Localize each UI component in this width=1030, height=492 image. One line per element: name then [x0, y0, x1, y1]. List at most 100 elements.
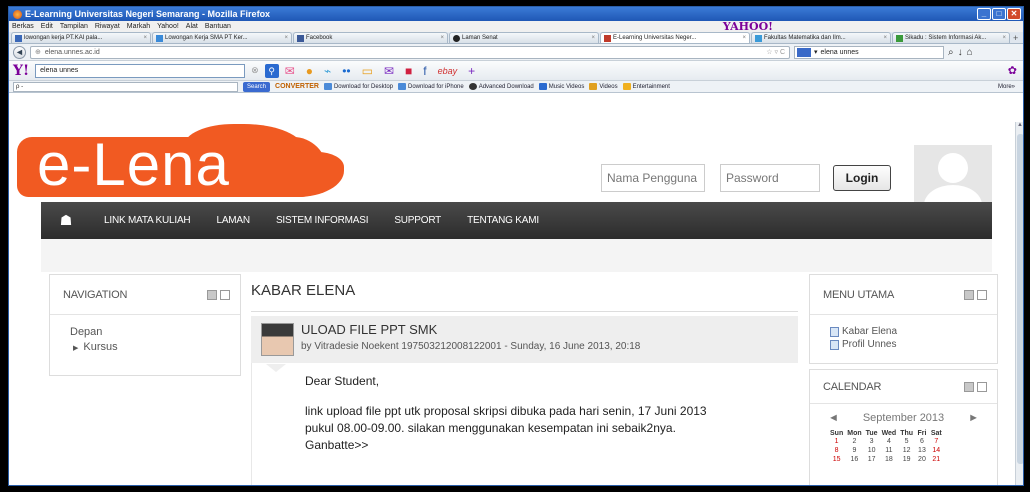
advanced-download-link[interactable]: Advanced Download	[468, 83, 534, 90]
close-tab-icon[interactable]: ×	[880, 35, 887, 41]
home-icon[interactable]: ☗	[41, 212, 91, 229]
yahoo-y-logo[interactable]: Y!	[13, 63, 29, 79]
nav-support[interactable]: SUPPORT	[381, 215, 454, 226]
nav-laman[interactable]: LAMAN	[203, 215, 262, 226]
close-tab-icon[interactable]: ×	[588, 35, 595, 41]
minimize-icon[interactable]: _	[977, 8, 991, 20]
prev-month-icon[interactable]: ◄	[828, 412, 839, 424]
calendar-day[interactable]: 8	[828, 446, 845, 455]
bookmark-star-icon[interactable]: ☆ ▿ C	[766, 48, 785, 56]
site-logo[interactable]: e-Lena	[37, 130, 230, 200]
clear-icon[interactable]: ⊗	[251, 65, 259, 76]
tab-elearning[interactable]: E-Learning Universitas Neger... ×	[600, 32, 750, 43]
menu-tampilan[interactable]: Tampilan	[60, 23, 88, 30]
calendar-day[interactable]: 10	[864, 446, 880, 455]
close-tab-icon[interactable]: ×	[437, 35, 444, 41]
scroll-up-icon[interactable]: ▲	[1017, 122, 1023, 128]
menu-yahoo[interactable]: Yahoo!	[157, 23, 179, 30]
menu-riwayat[interactable]: Riwayat	[95, 23, 120, 30]
login-button[interactable]: Login	[833, 165, 891, 191]
calendar-day[interactable]: 2	[845, 437, 863, 446]
download-icon[interactable]: ↓	[958, 47, 963, 58]
calendar-day[interactable]: 11	[880, 446, 899, 455]
menu-alat[interactable]: Alat	[186, 23, 198, 30]
dock-icon[interactable]	[207, 289, 217, 300]
close-tab-icon[interactable]: ×	[999, 35, 1006, 41]
nav-item-kursus[interactable]: ▶ Kursus	[70, 340, 240, 356]
nav-tentang-kami[interactable]: TENTANG KAMI	[454, 215, 552, 226]
calendar-day[interactable]: 21	[929, 455, 944, 464]
tab-laman-senat[interactable]: Laman Senat ×	[449, 32, 599, 43]
post-title[interactable]: ULOAD FILE PPT SMK	[301, 322, 437, 337]
music-videos-link[interactable]: Music Videos	[538, 83, 584, 90]
nav-item-depan[interactable]: Depan	[70, 325, 240, 340]
facebook-icon[interactable]: f	[423, 64, 426, 78]
close-icon[interactable]: ✕	[1007, 8, 1021, 20]
yahoo-search-button[interactable]: ⚲	[264, 63, 279, 78]
add-icon[interactable]: +	[468, 64, 475, 78]
bookmark-icon[interactable]: ■	[405, 64, 412, 78]
gear-icon[interactable]: ✿	[1008, 64, 1017, 77]
menu-berkas[interactable]: Berkas	[12, 23, 34, 30]
calendar-day[interactable]: 3	[864, 437, 880, 446]
dock-icon[interactable]	[964, 381, 974, 392]
nav-sistem-informasi[interactable]: SISTEM INFORMASI	[263, 215, 381, 226]
download-iphone-link[interactable]: Download for iPhone	[398, 83, 464, 90]
menu-item-profil-unnes[interactable]: Profil Unnes	[830, 338, 997, 351]
ebay-icon[interactable]: ebay	[438, 66, 458, 76]
weather-icon[interactable]: ⌁	[324, 64, 331, 78]
close-tab-icon[interactable]: ×	[739, 35, 746, 41]
entertainment-link[interactable]: Entertainment	[622, 83, 670, 90]
calendar-day[interactable]: 12	[898, 446, 915, 455]
calendar-day[interactable]: 17	[864, 455, 880, 464]
flickr-icon[interactable]: ••	[342, 64, 350, 78]
menu-edit[interactable]: Edit	[41, 23, 53, 30]
calendar-day[interactable]: 16	[845, 455, 863, 464]
url-bar[interactable]: ⊕ elena.unnes.ac.id ☆ ▿ C	[30, 45, 790, 59]
calendar-day[interactable]: 9	[845, 446, 863, 455]
download-desktop-link[interactable]: Download for Desktop	[323, 83, 393, 90]
yahoo-search-input[interactable]: elena unnes	[35, 63, 246, 78]
scrollbar-thumb[interactable]	[1017, 134, 1023, 464]
back-arrow-icon[interactable]: ◄	[13, 45, 26, 59]
nav-link-mata-kuliah[interactable]: LINK MATA KULIAH	[91, 215, 203, 226]
circle-icon[interactable]: ●	[306, 64, 313, 78]
calendar-day[interactable]: 7	[929, 437, 944, 446]
toolbar-search-input[interactable]: ρ -	[13, 81, 238, 92]
videos-link[interactable]: Videos	[589, 83, 618, 90]
collapse-icon[interactable]	[977, 381, 987, 392]
calendar-day[interactable]: 13	[915, 446, 929, 455]
next-month-icon[interactable]: ►	[968, 412, 979, 424]
converter-logo[interactable]: CONVERTER	[275, 83, 319, 90]
close-tab-icon[interactable]: ×	[140, 35, 147, 41]
tab-lowongan-sma[interactable]: Lowongan Kerja SMA PT Ker... ×	[152, 32, 292, 43]
menu-bantuan[interactable]: Bantuan	[205, 23, 231, 30]
password-input[interactable]: Password	[720, 164, 820, 192]
dock-icon[interactable]	[964, 289, 974, 300]
home-icon[interactable]: ⌂	[967, 47, 973, 58]
calendar-day[interactable]: 6	[915, 437, 929, 446]
calendar-day[interactable]: 14	[929, 446, 944, 455]
toolbar-search-button[interactable]: Search	[243, 81, 271, 92]
collapse-icon[interactable]	[220, 289, 230, 300]
menu-item-kabar-elena[interactable]: Kabar Elena	[830, 325, 997, 338]
author-avatar[interactable]	[261, 323, 294, 356]
tab-sikadu[interactable]: Sikadu : Sistem Informasi Ak... ×	[892, 32, 1010, 43]
browser-search-box[interactable]: ▾ elena unnes	[794, 45, 944, 59]
calendar-day[interactable]: 5	[898, 437, 915, 446]
maximize-icon[interactable]: □	[992, 8, 1006, 20]
new-tab-icon[interactable]: +	[1013, 33, 1018, 43]
search-engine-icon[interactable]	[797, 47, 811, 57]
expand-arrow-icon[interactable]: ▶	[73, 345, 78, 352]
search-engine-dropdown-icon[interactable]: ▾	[814, 48, 818, 56]
calendar-day[interactable]: 19	[898, 455, 915, 464]
more-link[interactable]: More»	[998, 84, 1015, 90]
vertical-scrollbar[interactable]: ▲	[1015, 122, 1023, 485]
tab-lowongan-kai[interactable]: lowongan kerja PT.KAI pala... ×	[11, 32, 151, 43]
calendar-day[interactable]: 4	[880, 437, 899, 446]
news-icon[interactable]: ▭	[362, 64, 373, 78]
messenger-icon[interactable]: ✉	[384, 64, 394, 78]
username-input[interactable]: Nama Pengguna	[601, 164, 705, 192]
menu-markah[interactable]: Markah	[127, 23, 150, 30]
close-tab-icon[interactable]: ×	[281, 35, 288, 41]
